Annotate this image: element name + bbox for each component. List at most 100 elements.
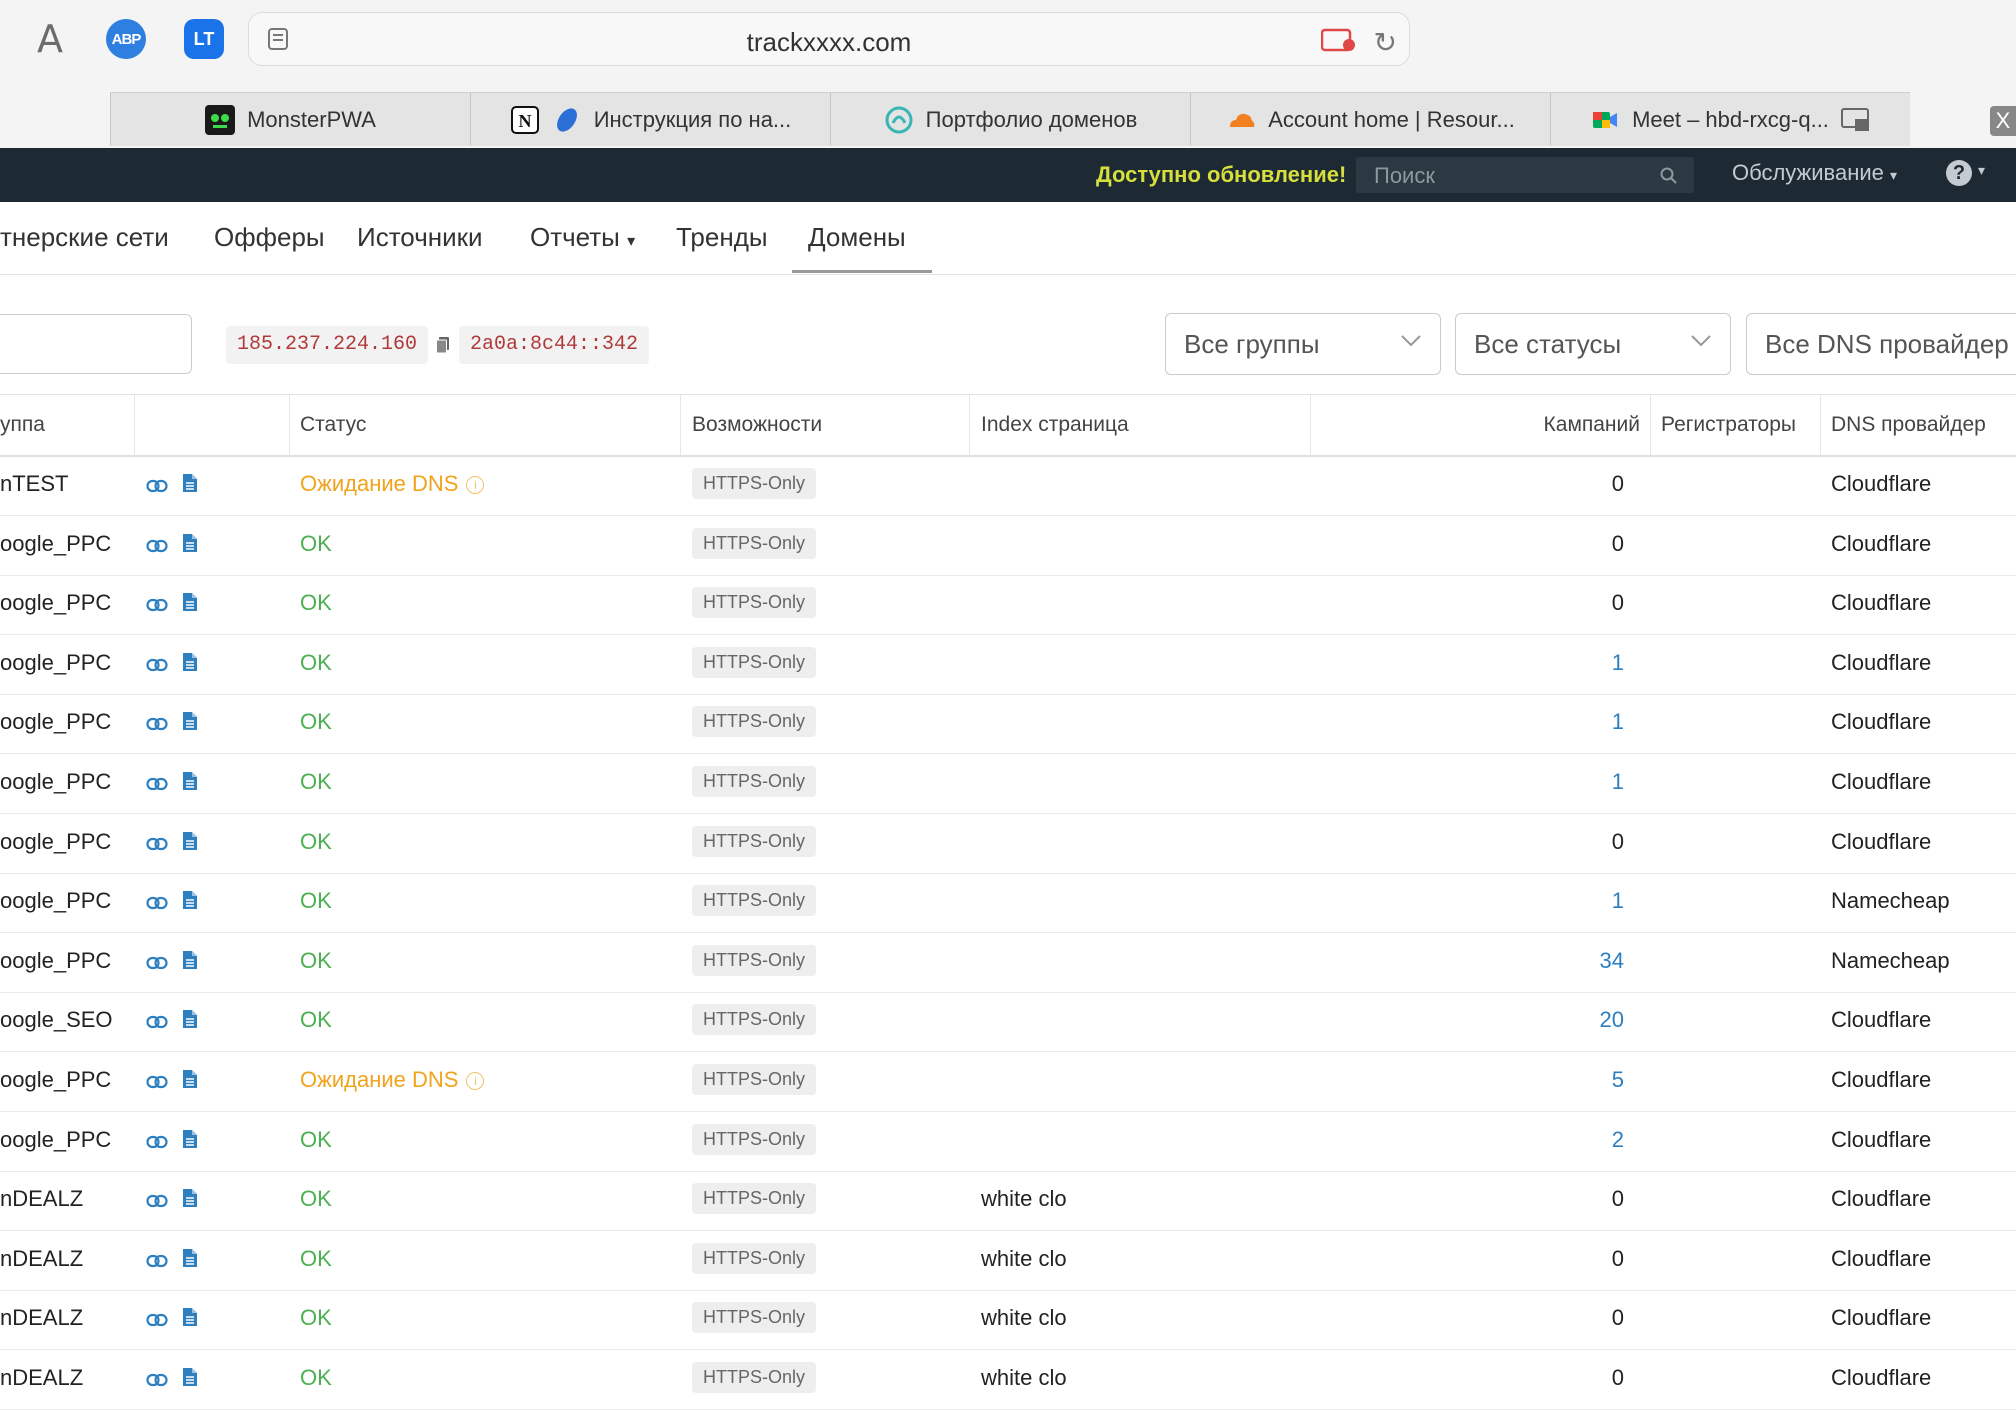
- help-icon[interactable]: ?: [1946, 160, 1972, 186]
- cell-campaigns[interactable]: 1: [1612, 769, 1624, 795]
- cell-campaigns[interactable]: 1: [1612, 888, 1624, 914]
- groups-select[interactable]: Все группы: [1165, 313, 1441, 375]
- link-icon[interactable]: [146, 1248, 168, 1274]
- tab-google-meet[interactable]: Meet – hbd-rxcg-q...: [1550, 92, 1910, 146]
- link-icon[interactable]: [146, 1009, 168, 1035]
- document-icon[interactable]: [182, 1248, 198, 1274]
- table-row[interactable]: oogle_PPC OK HTTPS-Only 0 Cloudflare: [0, 814, 2016, 874]
- document-icon[interactable]: [182, 473, 198, 499]
- tab-account-home[interactable]: Account home | Resour...: [1190, 92, 1550, 146]
- domain-search-field[interactable]: [0, 314, 192, 374]
- statuses-select[interactable]: Все статусы: [1455, 313, 1731, 375]
- document-icon[interactable]: [182, 831, 198, 857]
- link-icon[interactable]: [146, 771, 168, 797]
- cell-campaigns[interactable]: 1: [1612, 709, 1624, 735]
- cell-status: OK: [300, 531, 332, 557]
- table-row[interactable]: oogle_PPC OK HTTPS-Only 1 Cloudflare: [0, 635, 2016, 695]
- screen-recording-icon[interactable]: [1321, 28, 1357, 52]
- nav-domains[interactable]: Домены: [808, 222, 906, 253]
- link-icon[interactable]: [146, 533, 168, 559]
- table-row[interactable]: nDEALZ OK HTTPS-Only white clo 0 Cloudflare: [0, 1350, 2016, 1410]
- nav-trends[interactable]: Тренды: [676, 222, 768, 253]
- cell-dns-provider: Cloudflare: [1831, 1126, 1932, 1152]
- document-icon[interactable]: [182, 1129, 198, 1155]
- document-icon[interactable]: [182, 652, 198, 678]
- help-caret-icon[interactable]: ▾: [1978, 162, 1985, 179]
- cell-dns-provider: Cloudflare: [1831, 1365, 1932, 1390]
- dns-provider-select[interactable]: Все DNS провайдер: [1746, 313, 2016, 375]
- table-row[interactable]: nTEST Ожидание DNS i HTTPS-Only 0 Cloudflare: [0, 456, 2016, 516]
- table-row[interactable]: oogle_PPC OK HTTPS-Only 0 Cloudflare: [0, 516, 2016, 576]
- table-row[interactable]: oogle_PPC OK HTTPS-Only 34 Namecheap: [0, 933, 2016, 993]
- link-icon[interactable]: [146, 711, 168, 737]
- address-bar[interactable]: trackxxxx.com ↻: [248, 12, 1410, 66]
- document-icon[interactable]: [182, 1188, 198, 1214]
- col-registrars[interactable]: Регистраторы: [1661, 413, 1796, 437]
- document-icon[interactable]: [182, 950, 198, 976]
- document-icon[interactable]: [182, 1367, 198, 1393]
- table-row[interactable]: oogle_SEO OK HTTPS-Only 20 Cloudflare: [0, 992, 2016, 1053]
- nav-sources[interactable]: Источники: [357, 222, 483, 253]
- col-features[interactable]: Возможности: [692, 413, 822, 437]
- table-row[interactable]: nDEALZ OK HTTPS-Only white clo 0 Cloudflare: [0, 1171, 2016, 1232]
- col-index-page[interactable]: Index страница: [981, 413, 1129, 437]
- table-row[interactable]: oogle_PPC OK HTTPS-Only 0 Cloudflare: [0, 575, 2016, 636]
- document-icon[interactable]: [182, 533, 198, 559]
- adblock-plus-icon[interactable]: ABP: [106, 19, 146, 59]
- link-icon[interactable]: [146, 652, 168, 678]
- document-icon[interactable]: [182, 1307, 198, 1333]
- tab-domain-portfolio[interactable]: Портфолио доменов: [830, 92, 1190, 146]
- link-icon[interactable]: [146, 1069, 168, 1095]
- col-status[interactable]: Статус: [300, 413, 366, 437]
- cell-campaigns[interactable]: 5: [1612, 1067, 1624, 1093]
- update-available-link[interactable]: Доступно обновление!: [1096, 162, 1346, 188]
- nav-affiliate-networks[interactable]: тнерские сети: [0, 222, 169, 253]
- cell-campaigns[interactable]: 2: [1612, 1127, 1624, 1153]
- info-icon[interactable]: i: [466, 476, 485, 494]
- table-header: уппа Статус Возможности Index страница К…: [0, 394, 2016, 457]
- link-icon[interactable]: [146, 1367, 168, 1393]
- service-menu[interactable]: Обслуживание ▾: [1732, 160, 1897, 186]
- close-tab-button[interactable]: X: [1990, 106, 2016, 136]
- link-icon[interactable]: [146, 831, 168, 857]
- table-row[interactable]: oogle_PPC OK HTTPS-Only 1 Cloudflare: [0, 694, 2016, 755]
- document-icon[interactable]: [182, 592, 198, 618]
- table-row[interactable]: oogle_PPC OK HTTPS-Only 2 Cloudflare: [0, 1112, 2016, 1172]
- link-icon[interactable]: [146, 1307, 168, 1333]
- font-extension-icon[interactable]: A: [30, 14, 70, 64]
- table-row[interactable]: oogle_PPC OK HTTPS-Only 1 Cloudflare: [0, 754, 2016, 814]
- chevron-down-icon: [1691, 335, 1711, 347]
- info-icon[interactable]: i: [466, 1072, 485, 1090]
- document-icon[interactable]: [182, 711, 198, 737]
- cell-campaigns[interactable]: 20: [1600, 1007, 1624, 1033]
- cell-campaigns[interactable]: 34: [1600, 948, 1624, 974]
- link-icon[interactable]: [146, 1188, 168, 1214]
- cell-dns-provider: Cloudflare: [1831, 530, 1932, 556]
- col-campaigns[interactable]: Кампаний: [1544, 413, 1640, 437]
- link-icon[interactable]: [146, 1129, 168, 1155]
- table-row[interactable]: oogle_PPC OK HTTPS-Only 1 Namecheap: [0, 873, 2016, 934]
- languagetool-icon[interactable]: LT: [184, 19, 224, 59]
- link-icon[interactable]: [146, 950, 168, 976]
- document-icon[interactable]: [182, 771, 198, 797]
- link-icon[interactable]: [146, 473, 168, 499]
- table-row[interactable]: nDEALZ OK HTTPS-Only white clo 0 Cloudflare: [0, 1231, 2016, 1291]
- link-icon[interactable]: [146, 592, 168, 618]
- search-input[interactable]: Поиск: [1356, 157, 1694, 193]
- tab-monsterpwa[interactable]: MonsterPWA: [110, 92, 470, 146]
- document-icon[interactable]: [182, 890, 198, 916]
- reload-icon[interactable]: ↻: [1374, 26, 1397, 59]
- table-row[interactable]: oogle_PPC Ожидание DNS i HTTPS-Only 5 Cloudfl…: [0, 1052, 2016, 1112]
- tab-instruction[interactable]: N Инструкция по на...: [470, 92, 830, 146]
- col-group[interactable]: уппа: [0, 413, 45, 437]
- nav-reports[interactable]: Отчеты ▾: [530, 222, 635, 253]
- document-icon[interactable]: [182, 1069, 198, 1095]
- table-row[interactable]: nDEALZ OK HTTPS-Only white clo 0 Cloudflare: [0, 1290, 2016, 1351]
- document-icon[interactable]: [182, 1009, 198, 1035]
- link-icon[interactable]: [146, 890, 168, 916]
- nav-offers[interactable]: Офферы: [214, 222, 325, 253]
- copy-icon[interactable]: [436, 336, 450, 354]
- col-dns-provider[interactable]: DNS провайдер: [1831, 413, 1986, 437]
- cell-campaigns[interactable]: 1: [1612, 650, 1624, 676]
- cell-status: Ожидание DNS i: [300, 471, 485, 497]
